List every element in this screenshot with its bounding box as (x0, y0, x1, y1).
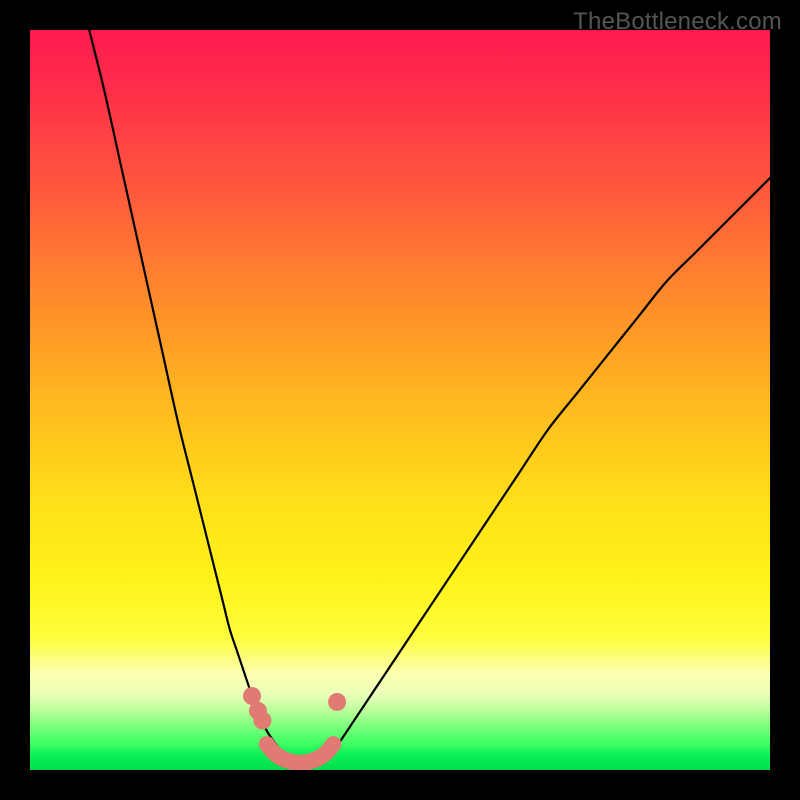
chart-frame: TheBottleneck.com (0, 0, 800, 800)
bottom-u-marker (267, 744, 334, 763)
left-curve (89, 30, 289, 759)
data-markers (243, 687, 346, 729)
right-curve (326, 178, 770, 759)
data-marker (328, 693, 346, 711)
data-marker (253, 711, 271, 729)
plot-area (30, 30, 770, 770)
chart-svg (30, 30, 770, 770)
watermark-text: TheBottleneck.com (573, 8, 782, 36)
